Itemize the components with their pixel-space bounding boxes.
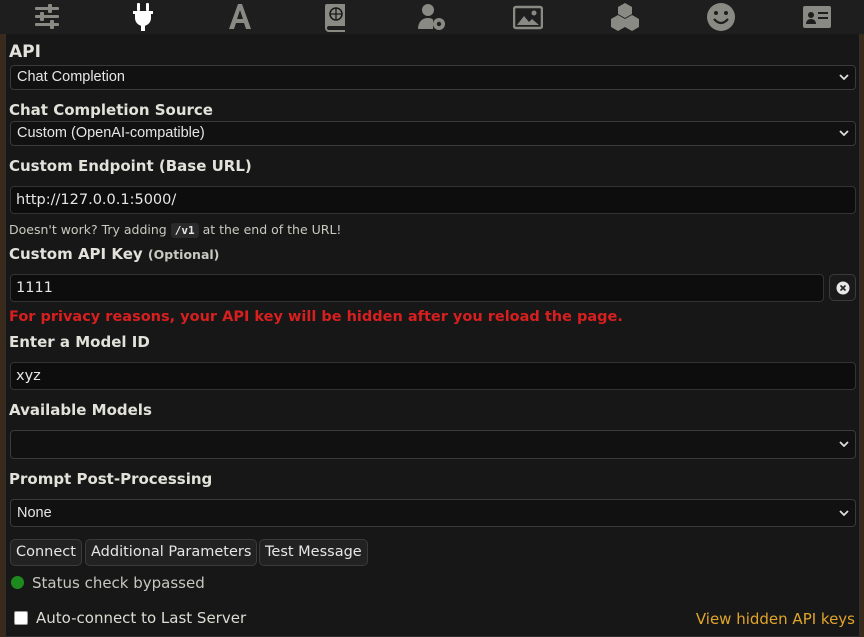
chevron-down-icon xyxy=(839,74,849,80)
api-select[interactable]: Chat Completion xyxy=(10,65,856,90)
status-indicator xyxy=(11,576,24,589)
hint-text-after: at the end of the URL! xyxy=(202,222,342,237)
connect-button[interactable]: Connect xyxy=(10,539,82,566)
model-id-input[interactable]: xyz xyxy=(10,362,856,390)
additional-parameters-button[interactable]: Additional Parameters xyxy=(85,539,258,566)
smile-icon[interactable] xyxy=(704,0,738,34)
available-models-select[interactable] xyxy=(10,430,856,459)
post-processing-select[interactable]: None xyxy=(10,499,856,527)
endpoint-input[interactable]: http://127.0.0.1:5000/ xyxy=(10,186,856,214)
user-gear-icon[interactable] xyxy=(415,0,449,34)
source-select[interactable]: Custom (OpenAI-compatible) xyxy=(10,121,856,146)
endpoint-hint: Doesn't work? Try adding /v1 at the end … xyxy=(9,222,342,238)
id-card-icon[interactable] xyxy=(800,0,834,34)
test-message-button[interactable]: Test Message xyxy=(259,539,368,566)
status-text: Status check bypassed xyxy=(32,574,205,592)
api-key-label: Custom API Key (Optional) xyxy=(9,245,219,263)
book-globe-icon[interactable] xyxy=(319,0,353,34)
top-navigation-bar xyxy=(0,0,864,34)
api-label: API xyxy=(9,42,41,62)
model-id-label: Enter a Model ID xyxy=(9,333,150,351)
auto-connect-label: Auto-connect to Last Server xyxy=(36,609,247,627)
optional-tag: (Optional) xyxy=(147,247,220,262)
api-select-value: Chat Completion xyxy=(17,69,125,85)
source-select-value: Custom (OpenAI-compatible) xyxy=(17,125,205,141)
post-processing-label: Prompt Post-Processing xyxy=(9,470,213,488)
source-label: Chat Completion Source xyxy=(9,101,213,119)
hint-text-before: Doesn't work? Try adding xyxy=(9,222,167,237)
api-connections-panel: API Chat Completion Chat Completion Sour… xyxy=(5,34,860,637)
api-key-label-text: Custom API Key xyxy=(9,245,143,263)
chevron-down-icon xyxy=(839,510,849,516)
plug-icon[interactable] xyxy=(126,0,160,34)
cubes-icon[interactable] xyxy=(608,0,642,34)
hint-code: /v1 xyxy=(170,223,199,238)
clear-key-button[interactable] xyxy=(829,274,856,301)
endpoint-label: Custom Endpoint (Base URL) xyxy=(9,157,252,175)
chevron-down-icon xyxy=(839,130,849,136)
available-models-label: Available Models xyxy=(9,401,152,419)
image-icon[interactable] xyxy=(511,0,545,34)
view-hidden-keys-link[interactable]: View hidden API keys xyxy=(696,610,855,628)
privacy-warning: For privacy reasons, your API key will b… xyxy=(9,309,623,325)
api-key-input[interactable]: 1111 xyxy=(10,274,824,302)
sliders-icon[interactable] xyxy=(30,0,64,34)
close-circle-icon xyxy=(836,281,849,294)
auto-connect-checkbox[interactable] xyxy=(14,611,28,625)
font-icon[interactable] xyxy=(223,0,257,34)
chevron-down-icon xyxy=(839,441,849,447)
post-processing-value: None xyxy=(17,505,52,521)
